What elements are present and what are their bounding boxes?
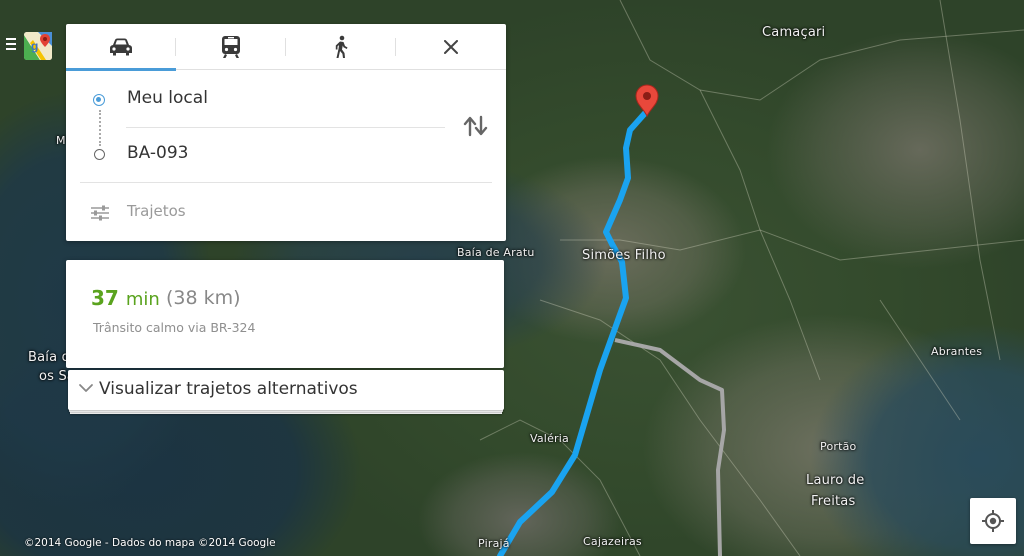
duration-unit: min	[125, 289, 160, 310]
place-label: M	[56, 134, 66, 147]
route-distance: (38 km)	[166, 287, 241, 309]
sliders-icon	[91, 205, 109, 221]
route-duration: 37 min	[91, 286, 160, 310]
route-description: Trânsito calmo via BR-324	[93, 320, 256, 335]
divider	[126, 127, 445, 128]
close-icon	[444, 40, 458, 54]
walking-icon	[335, 35, 348, 58]
destination-marker-icon[interactable]	[635, 84, 659, 118]
map-copyright: ©2014 Google - Dados do mapa ©2014 Googl…	[24, 537, 276, 549]
car-icon	[110, 38, 132, 56]
svg-text:g: g	[31, 39, 38, 53]
place-label: Pirajá	[478, 537, 510, 550]
train-icon	[222, 36, 240, 58]
route-summary-card[interactable]: 37 min (38 km) Trânsito calmo via BR-324	[66, 260, 504, 368]
origin-text[interactable]: Meu local	[127, 88, 208, 108]
google-maps-icon[interactable]: g	[22, 30, 54, 62]
tab-car[interactable]	[66, 24, 176, 71]
my-location-button[interactable]	[970, 498, 1016, 544]
highway-line	[614, 338, 726, 556]
my-location-icon	[982, 510, 1004, 532]
origin-field[interactable]: Meu local	[66, 88, 506, 118]
destination-field[interactable]: BA-093	[66, 143, 506, 173]
alternative-routes-label: Visualizar trajetos alternativos	[99, 379, 358, 399]
tab-transit[interactable]	[176, 24, 286, 70]
place-label: Freitas	[811, 494, 856, 509]
route-line	[497, 109, 649, 556]
place-label: Baía d	[28, 350, 71, 365]
tab-walking[interactable]	[286, 24, 396, 70]
divider	[80, 182, 492, 183]
alternative-routes-button[interactable]: Visualizar trajetos alternativos	[68, 370, 504, 410]
place-label: Valéria	[530, 432, 569, 445]
place-label: Camaçari	[762, 25, 826, 40]
place-label: Baía de Aratu	[457, 246, 535, 259]
destination-text[interactable]: BA-093	[127, 143, 189, 163]
route-options-button[interactable]: Trajetos	[66, 196, 506, 240]
place-label: Lauro de	[806, 473, 865, 488]
travel-mode-tabs	[66, 24, 506, 71]
place-label: Portão	[820, 440, 857, 453]
place-label: Abrantes	[931, 345, 983, 358]
route-options-label: Trajetos	[127, 202, 186, 220]
menu-icon[interactable]	[6, 38, 16, 52]
place-label: Cajazeiras	[583, 535, 642, 548]
chevron-down-icon	[79, 384, 93, 392]
directions-panel: Meu local BA-093 Trajetos	[66, 24, 506, 241]
place-label: Simões Filho	[582, 248, 666, 263]
duration-value: 37	[91, 286, 119, 310]
swap-icon[interactable]	[462, 114, 490, 138]
close-button[interactable]	[396, 24, 506, 70]
